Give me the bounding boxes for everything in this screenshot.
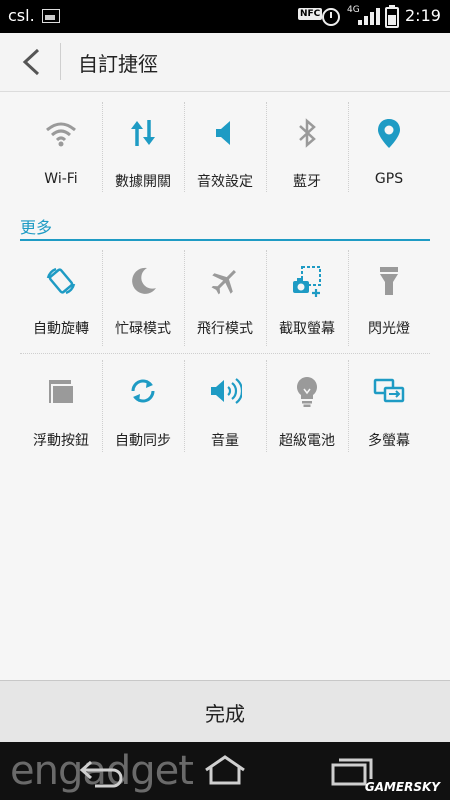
shortcut-screenshot[interactable]: 截取螢幕 xyxy=(266,246,348,350)
airplane-icon xyxy=(211,270,236,295)
gallery-notification-icon xyxy=(42,9,60,23)
shortcut-data-toggle[interactable]: 數據開關 xyxy=(102,98,184,196)
clock: 2:19 xyxy=(405,6,441,25)
shortcut-bluetooth[interactable]: 藍牙 xyxy=(266,98,348,196)
more-section-title: 更多 xyxy=(20,218,53,237)
chevron-left-icon xyxy=(22,48,40,76)
shortcut-volume[interactable]: 音量 xyxy=(184,356,266,456)
shortcut-label: GPS xyxy=(374,171,404,187)
volume-icon xyxy=(211,378,242,404)
status-bar: csl. NFC 4G 2:19 xyxy=(0,0,450,33)
shortcut-airplane-mode[interactable]: 飛行模式 xyxy=(184,246,266,350)
app-header: 自訂捷徑 xyxy=(0,33,450,92)
page-title: 自訂捷徑 xyxy=(78,52,158,76)
home-nav-icon[interactable] xyxy=(200,752,250,788)
sound-icon xyxy=(216,121,230,145)
back-nav-icon[interactable] xyxy=(75,752,125,788)
shortcut-label: 自動旋轉 xyxy=(33,321,89,337)
lightbulb-icon xyxy=(297,377,317,407)
shortcut-auto-sync[interactable]: 自動同步 xyxy=(102,356,184,456)
row-divider xyxy=(20,353,430,354)
data-toggle-icon xyxy=(131,120,155,146)
more-shortcuts-row-1: 自動旋轉 忙碌模式 飛行模式 截取螢幕 閃光燈 xyxy=(20,246,430,350)
wifi-icon xyxy=(46,122,76,147)
auto-rotate-icon xyxy=(46,267,76,295)
shortcut-flashlight[interactable]: 閃光燈 xyxy=(348,246,430,350)
sync-icon xyxy=(131,379,155,403)
watermark-site: GAMERSKY xyxy=(364,780,440,794)
shortcut-label: 數據開關 xyxy=(115,174,171,190)
shortcut-label: 音量 xyxy=(211,433,239,449)
alarm-icon xyxy=(322,8,340,26)
shortcut-label: 自動同步 xyxy=(115,433,171,449)
shortcut-label: 浮動按鈕 xyxy=(33,433,89,449)
shortcut-auto-rotate[interactable]: 自動旋轉 xyxy=(20,246,102,350)
done-button-label: 完成 xyxy=(205,701,245,726)
nfc-icon: NFC xyxy=(298,8,323,20)
navigation-bar: engadget GAMERSKY xyxy=(0,742,450,800)
flashlight-icon xyxy=(380,267,398,295)
active-shortcuts-grid: Wi-Fi 數據開關 音效設定 藍牙 GPS xyxy=(20,98,430,196)
shortcut-label: 閃光燈 xyxy=(368,321,410,337)
shortcut-label: Wi-Fi xyxy=(44,171,78,187)
more-shortcuts-row-2: 浮動按鈕 自動同步 音量 超級電池 多螢幕 xyxy=(20,356,430,456)
shortcut-label: 忙碌模式 xyxy=(115,321,171,337)
shortcut-busy-mode[interactable]: 忙碌模式 xyxy=(102,246,184,350)
shortcut-label: 藍牙 xyxy=(293,174,321,190)
section-divider xyxy=(20,239,430,241)
shortcut-label: 超級電池 xyxy=(279,433,335,449)
bluetooth-icon xyxy=(299,118,316,148)
done-button[interactable]: 完成 xyxy=(0,680,450,743)
shortcut-floating-button[interactable]: 浮動按鈕 xyxy=(20,356,102,456)
carrier-label: csl. xyxy=(8,6,35,25)
signal-icon xyxy=(358,8,380,25)
screenshot-icon xyxy=(293,266,321,297)
shortcut-label: 飛行模式 xyxy=(197,321,253,337)
shortcut-label: 音效設定 xyxy=(197,174,253,190)
shortcut-wifi[interactable]: Wi-Fi xyxy=(20,98,102,196)
floating-button-icon xyxy=(49,380,73,403)
shortcut-super-battery[interactable]: 超級電池 xyxy=(266,356,348,456)
shortcut-label: 截取螢幕 xyxy=(279,321,335,337)
battery-icon xyxy=(385,5,399,28)
moon-icon xyxy=(132,267,156,294)
shortcut-multi-screen[interactable]: 多螢幕 xyxy=(348,356,430,456)
shortcut-label: 多螢幕 xyxy=(368,433,410,449)
shortcut-gps[interactable]: GPS xyxy=(348,98,430,196)
shortcut-sound[interactable]: 音效設定 xyxy=(184,98,266,196)
header-divider xyxy=(60,43,61,80)
multi-screen-icon xyxy=(373,378,405,403)
back-button[interactable] xyxy=(18,47,44,77)
location-pin-icon xyxy=(378,119,400,148)
